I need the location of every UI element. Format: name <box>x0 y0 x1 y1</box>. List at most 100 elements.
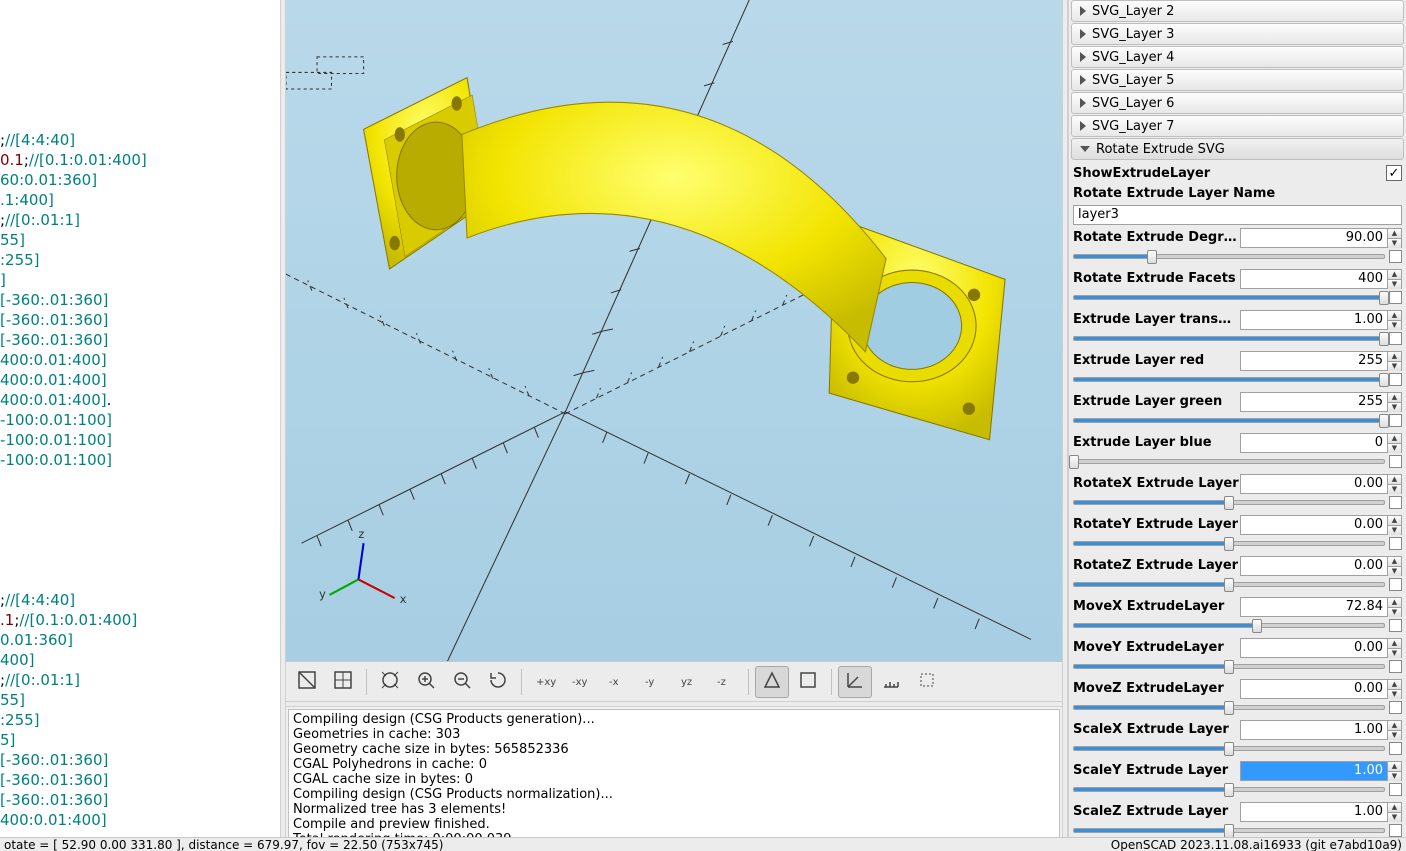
slider[interactable] <box>1073 459 1385 464</box>
slider[interactable] <box>1073 500 1385 505</box>
slider[interactable] <box>1073 582 1385 587</box>
slider[interactable] <box>1073 541 1385 546</box>
spin-up-icon[interactable]: ▲ <box>1388 762 1401 772</box>
spin-up-icon[interactable]: ▲ <box>1388 516 1401 526</box>
slider[interactable] <box>1073 787 1385 792</box>
spin-down-icon[interactable]: ▼ <box>1388 280 1401 289</box>
slider[interactable] <box>1073 664 1385 669</box>
slider-lock-checkbox[interactable] <box>1389 619 1402 632</box>
spinbox[interactable]: ▲▼ <box>1240 433 1402 453</box>
slider[interactable] <box>1073 746 1385 751</box>
slider-lock-checkbox[interactable] <box>1389 742 1402 755</box>
slider-lock-checkbox[interactable] <box>1389 496 1402 509</box>
axo-neg-x-button[interactable]: -x <box>600 666 634 698</box>
spinbox[interactable]: ▲▼ <box>1240 597 1402 617</box>
slider-lock-checkbox[interactable] <box>1389 455 1402 468</box>
param-input[interactable] <box>1240 597 1388 617</box>
slider[interactable] <box>1073 623 1385 628</box>
preview-button[interactable] <box>290 666 324 698</box>
zoom-in-button[interactable] <box>409 666 443 698</box>
spinbox[interactable]: ▲▼ <box>1240 720 1402 740</box>
spin-up-icon[interactable]: ▲ <box>1388 721 1401 731</box>
spinbox[interactable]: ▲▼ <box>1240 515 1402 535</box>
param-input[interactable] <box>1240 638 1388 658</box>
render-button[interactable] <box>326 666 360 698</box>
param-input[interactable] <box>1240 679 1388 699</box>
spin-up-icon[interactable]: ▲ <box>1388 639 1401 649</box>
spinbox[interactable]: ▲▼ <box>1240 392 1402 412</box>
slider-lock-checkbox[interactable] <box>1389 414 1402 427</box>
param-input[interactable] <box>1240 351 1388 371</box>
spinbox[interactable]: ▲▼ <box>1240 679 1402 699</box>
spin-down-icon[interactable]: ▼ <box>1388 403 1401 412</box>
show-scale-button[interactable] <box>874 666 908 698</box>
reset-view-button[interactable] <box>481 666 515 698</box>
spin-down-icon[interactable]: ▼ <box>1388 239 1401 248</box>
spin-up-icon[interactable]: ▲ <box>1388 270 1401 280</box>
spin-down-icon[interactable]: ▼ <box>1388 608 1401 617</box>
spin-down-icon[interactable]: ▼ <box>1388 485 1401 494</box>
input-rotate-extrude-layer-name[interactable] <box>1073 205 1402 225</box>
slider[interactable] <box>1073 295 1385 300</box>
param-input[interactable] <box>1240 228 1388 248</box>
param-input[interactable] <box>1240 802 1388 822</box>
group-header[interactable]: SVG_Layer 2 <box>1071 0 1404 22</box>
spinbox[interactable]: ▲▼ <box>1240 269 1402 289</box>
group-header-rotate-extrude-svg[interactable]: Rotate Extrude SVG <box>1071 138 1404 160</box>
axo-yz-button[interactable]: yz <box>672 666 706 698</box>
slider[interactable] <box>1073 418 1385 423</box>
param-input[interactable] <box>1240 392 1388 412</box>
spin-down-icon[interactable]: ▼ <box>1388 690 1401 699</box>
group-header[interactable]: SVG_Layer 3 <box>1071 23 1404 45</box>
slider[interactable] <box>1073 705 1385 710</box>
view-all-button[interactable] <box>373 666 407 698</box>
slider-lock-checkbox[interactable] <box>1389 250 1402 263</box>
spinbox[interactable]: ▲▼ <box>1240 351 1402 371</box>
spin-up-icon[interactable]: ▲ <box>1388 598 1401 608</box>
slider[interactable] <box>1073 254 1385 259</box>
spin-down-icon[interactable]: ▼ <box>1388 731 1401 740</box>
spinbox[interactable]: ▲▼ <box>1240 802 1402 822</box>
spin-down-icon[interactable]: ▼ <box>1388 526 1401 535</box>
axo-neg-xy-button[interactable]: -xy <box>564 666 598 698</box>
param-input[interactable] <box>1240 761 1388 781</box>
param-input[interactable] <box>1240 720 1388 740</box>
param-input[interactable] <box>1240 433 1388 453</box>
show-axes-button[interactable] <box>838 666 872 698</box>
spinbox[interactable]: ▲▼ <box>1240 474 1402 494</box>
spin-up-icon[interactable]: ▲ <box>1388 393 1401 403</box>
group-header[interactable]: SVG_Layer 7 <box>1071 115 1404 137</box>
console-output[interactable]: Compiling design (CSG Products generatio… <box>288 709 1060 849</box>
spin-down-icon[interactable]: ▼ <box>1388 444 1401 453</box>
spin-up-icon[interactable]: ▲ <box>1388 557 1401 567</box>
spin-up-icon[interactable]: ▲ <box>1388 680 1401 690</box>
param-input[interactable] <box>1240 515 1388 535</box>
spinbox[interactable]: ▲▼ <box>1240 310 1402 330</box>
perspective-button[interactable] <box>755 666 789 698</box>
spin-up-icon[interactable]: ▲ <box>1388 434 1401 444</box>
spin-down-icon[interactable]: ▼ <box>1388 813 1401 822</box>
ortho-button[interactable] <box>791 666 825 698</box>
spin-up-icon[interactable]: ▲ <box>1388 311 1401 321</box>
param-input[interactable] <box>1240 474 1388 494</box>
show-crosshair-button[interactable] <box>910 666 944 698</box>
spinbox[interactable]: ▲▼ <box>1240 228 1402 248</box>
axo-neg-y-button[interactable]: -y <box>636 666 670 698</box>
spin-up-icon[interactable]: ▲ <box>1388 229 1401 239</box>
spin-down-icon[interactable]: ▼ <box>1388 772 1401 781</box>
slider-lock-checkbox[interactable] <box>1389 660 1402 673</box>
slider-lock-checkbox[interactable] <box>1389 824 1402 837</box>
group-header[interactable]: SVG_Layer 4 <box>1071 46 1404 68</box>
code-editor[interactable]: ;//[4:4:40]0.1;//[0.1:0.01:400]60:0.01:3… <box>0 0 280 851</box>
spin-up-icon[interactable]: ▲ <box>1388 803 1401 813</box>
spin-down-icon[interactable]: ▼ <box>1388 649 1401 658</box>
group-header[interactable]: SVG_Layer 5 <box>1071 69 1404 91</box>
spinbox[interactable]: ▲▼ <box>1240 638 1402 658</box>
splitter-console[interactable] <box>286 701 1062 707</box>
param-input[interactable] <box>1240 269 1388 289</box>
spin-up-icon[interactable]: ▲ <box>1388 475 1401 485</box>
checkbox-show-extrude-layer[interactable]: ✓ <box>1386 165 1402 181</box>
param-input[interactable] <box>1240 556 1388 576</box>
group-header[interactable]: SVG_Layer 6 <box>1071 92 1404 114</box>
slider-lock-checkbox[interactable] <box>1389 332 1402 345</box>
